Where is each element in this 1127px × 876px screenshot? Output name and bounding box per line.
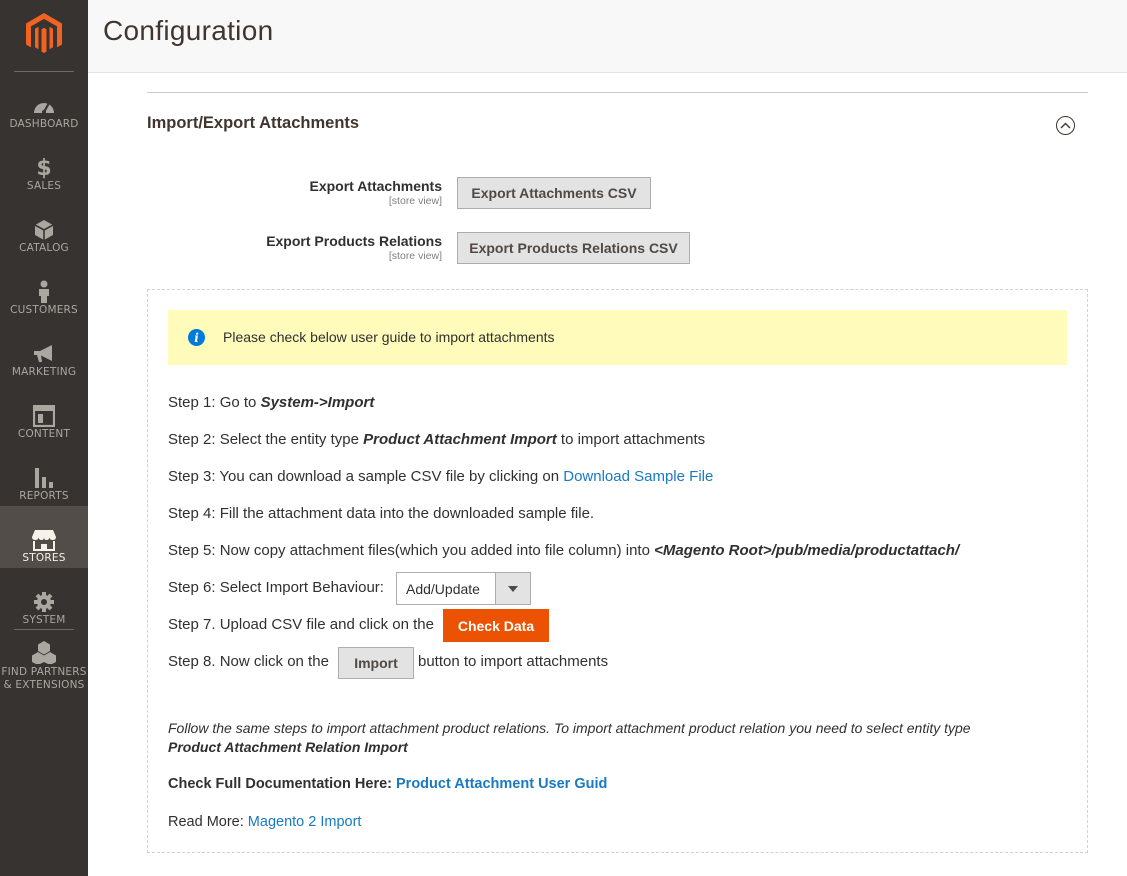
nav-stores-label: STORES bbox=[22, 552, 66, 564]
step-3: Step 3: You can download a sample CSV fi… bbox=[168, 468, 713, 485]
export-products-relations-csv-button[interactable]: Export Products Relations CSV bbox=[457, 232, 690, 264]
step-7-text: Step 7. Upload CSV file and click on the bbox=[168, 616, 434, 633]
nav-reports[interactable]: REPORTS bbox=[0, 444, 88, 506]
cubes-icon bbox=[0, 640, 88, 664]
notice-text: Please check below user guide to import … bbox=[223, 329, 555, 345]
step-5-path: <Magento Root>/pub/media/productattach/ bbox=[654, 542, 960, 559]
gear-icon bbox=[0, 590, 88, 614]
step-2-entity: Product Attachment Import bbox=[363, 431, 557, 448]
megaphone-icon bbox=[0, 342, 88, 366]
nav-find-partners-label-line2: & EXTENSIONS bbox=[3, 679, 85, 691]
footnote-entity: Product Attachment Relation Import bbox=[168, 739, 408, 755]
nav-catalog-label: CATALOG bbox=[19, 242, 69, 254]
import-button[interactable]: Import bbox=[338, 647, 414, 679]
magento-logo[interactable] bbox=[24, 12, 64, 56]
scope-label: [store view] bbox=[388, 195, 442, 207]
page-title: Configuration bbox=[103, 15, 274, 46]
import-guide-box bbox=[147, 289, 1088, 853]
step-5-text: Step 5: Now copy attachment files(which … bbox=[168, 542, 655, 559]
nav-sales-label: SALES bbox=[26, 180, 62, 192]
export-attachments-csv-button[interactable]: Export Attachments CSV bbox=[457, 177, 651, 209]
step-1-text: Step 1: Go to bbox=[168, 394, 261, 411]
footnote-text: Follow the same steps to import attachme… bbox=[168, 720, 971, 736]
step-5: Step 5: Now copy attachment files(which … bbox=[168, 542, 959, 559]
step-3-text: Step 3: You can download a sample CSV fi… bbox=[168, 468, 564, 485]
dollar-icon: $ bbox=[36, 155, 52, 181]
cube-icon bbox=[0, 218, 88, 242]
step-1-path: System->Import bbox=[260, 394, 375, 411]
documentation-label: Check Full Documentation Here: bbox=[168, 776, 397, 792]
nav-content-label: CONTENT bbox=[17, 428, 71, 440]
check-data-button[interactable]: Check Data bbox=[443, 609, 549, 642]
bar-chart-icon bbox=[0, 466, 88, 490]
nav-marketing[interactable]: MARKETING bbox=[0, 320, 88, 382]
admin-sidebar: DASHBOARD $ SALES CATALOG CUSTOMERS MARK… bbox=[0, 0, 88, 876]
magento-import-link[interactable]: Magento 2 Import bbox=[248, 814, 362, 830]
nav-dashboard[interactable]: DASHBOARD bbox=[0, 72, 88, 134]
person-icon bbox=[0, 280, 88, 304]
nav-catalog[interactable]: CATALOG bbox=[0, 196, 88, 258]
step-8-text: Step 8. Now click on the bbox=[168, 653, 329, 670]
relations-footnote: Follow the same steps to import attachme… bbox=[168, 719, 1048, 757]
read-more-line: Read More: Magento 2 Import bbox=[168, 814, 361, 830]
export-products-relations-label: Export Products Relations [store view] bbox=[266, 233, 442, 262]
step-2: Step 2: Select the entity type Product A… bbox=[168, 431, 705, 448]
step-1: Step 1: Go to System->Import bbox=[168, 394, 374, 411]
info-notice: i Please check below user guide to impor… bbox=[168, 310, 1067, 365]
export-attachments-label: Export Attachments [store view] bbox=[309, 178, 442, 207]
nav-customers-label: CUSTOMERS bbox=[10, 304, 78, 316]
export-products-relations-label-text: Export Products Relations bbox=[266, 233, 442, 249]
import-behaviour-value: Add/Update bbox=[406, 581, 480, 597]
import-behaviour-select[interactable]: Add/Update bbox=[396, 572, 531, 605]
nav-system[interactable]: SYSTEM bbox=[0, 568, 88, 630]
nav-content[interactable]: CONTENT bbox=[0, 382, 88, 444]
user-guide-link[interactable]: Product Attachment User Guid bbox=[396, 776, 607, 792]
collapse-section-button[interactable] bbox=[1056, 116, 1075, 135]
export-attachments-label-text: Export Attachments bbox=[309, 178, 442, 194]
step-2-text: Step 2: Select the entity type bbox=[168, 431, 364, 448]
documentation-line: Check Full Documentation Here: Product A… bbox=[168, 776, 607, 792]
section-divider bbox=[147, 92, 1088, 93]
nav-dashboard-label: DASHBOARD bbox=[9, 118, 79, 130]
read-more-label: Read More: bbox=[168, 814, 248, 830]
dashboard-icon bbox=[0, 94, 88, 118]
nav-system-label: SYSTEM bbox=[22, 614, 66, 626]
nav-find-partners-label: FIND PARTNERS & EXTENSIONS bbox=[0, 666, 88, 692]
info-icon: i bbox=[188, 329, 205, 346]
store-icon bbox=[0, 528, 88, 552]
chevron-up-icon bbox=[1060, 122, 1071, 129]
step-8-text-end: button to import attachments bbox=[418, 653, 609, 670]
dropdown-arrow-icon bbox=[495, 573, 530, 604]
section-title[interactable]: Import/Export Attachments bbox=[147, 114, 359, 133]
nav-reports-label: REPORTS bbox=[19, 490, 69, 502]
layout-icon bbox=[0, 404, 88, 428]
nav-stores[interactable]: STORES bbox=[0, 506, 88, 568]
nav-find-partners-label-line1: FIND PARTNERS bbox=[1, 666, 87, 678]
nav-find-partners[interactable]: FIND PARTNERS & EXTENSIONS bbox=[0, 630, 88, 700]
page-header: Configuration bbox=[88, 0, 1127, 73]
scope-label: [store view] bbox=[388, 250, 442, 262]
nav-customers[interactable]: CUSTOMERS bbox=[0, 258, 88, 320]
step-4: Step 4: Fill the attachment data into th… bbox=[168, 505, 595, 522]
nav-marketing-label: MARKETING bbox=[11, 366, 77, 378]
nav-sales[interactable]: $ SALES bbox=[0, 134, 88, 196]
step-2-text-end: to import attachments bbox=[556, 431, 706, 448]
step-6-text: Step 6: Select Import Behaviour: bbox=[168, 579, 384, 596]
download-sample-file-link[interactable]: Download Sample File bbox=[563, 468, 713, 485]
